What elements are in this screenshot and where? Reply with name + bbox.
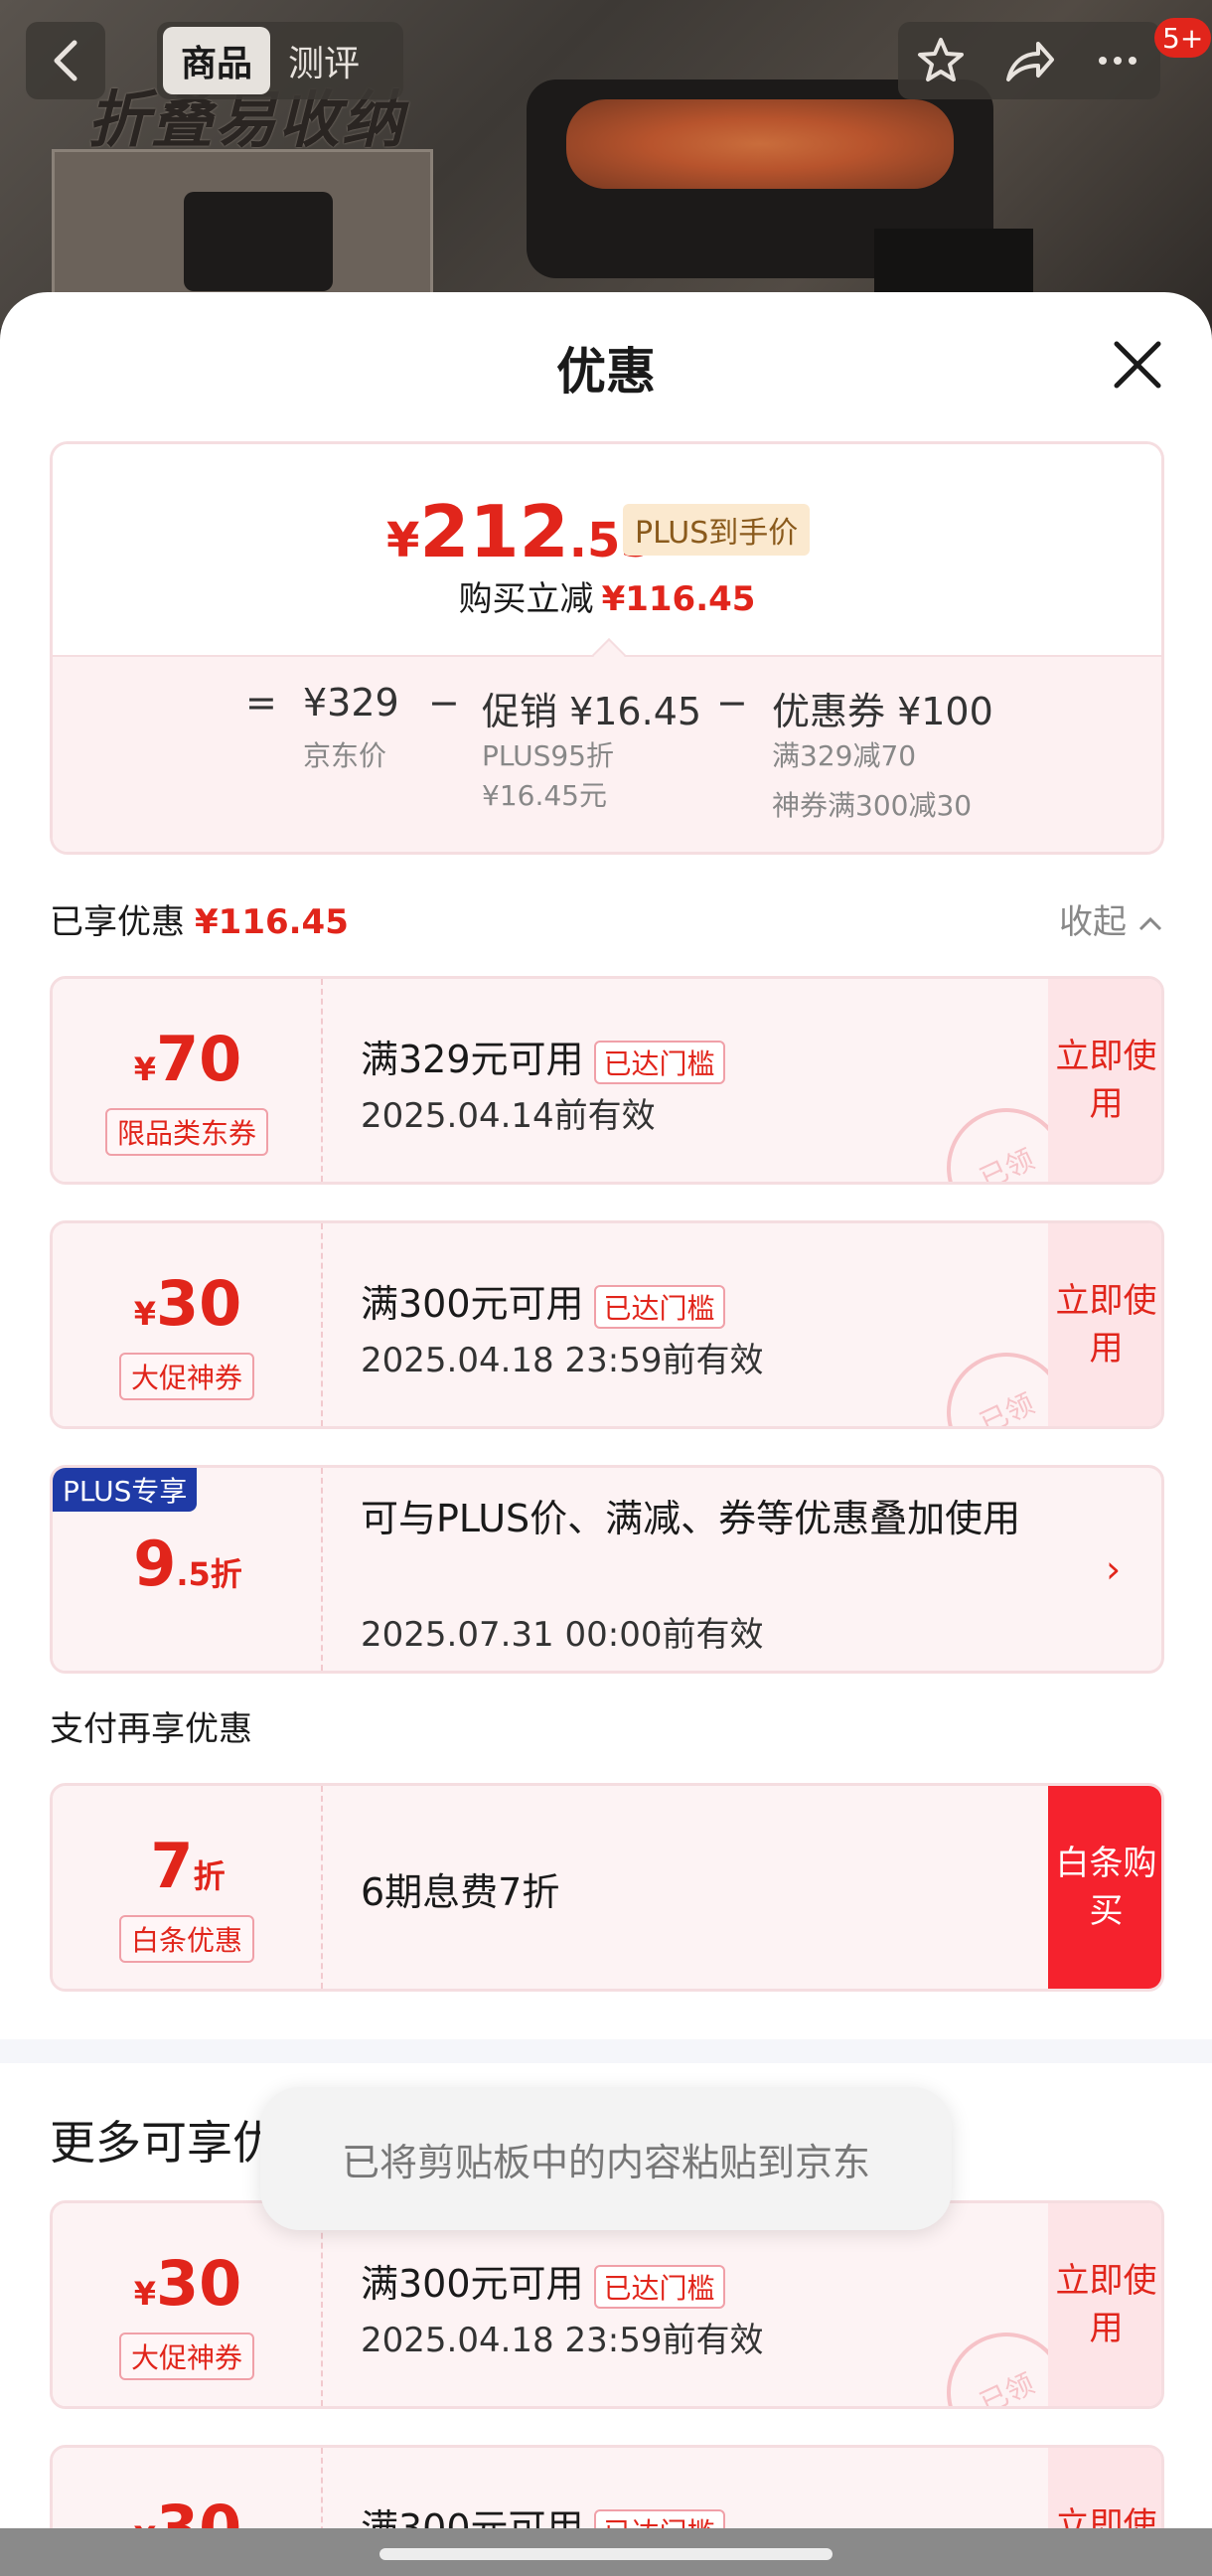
share-icon[interactable]	[1002, 36, 1056, 85]
minus-sign: −	[428, 681, 460, 724]
jd-price: ¥329	[303, 681, 399, 724]
plus-title: 可与PLUS价、满减、券等优惠叠加使用	[361, 1497, 1021, 1540]
coupon-value: ¥70	[53, 1023, 323, 1095]
star-icon[interactable]	[916, 36, 966, 85]
home-indicator-bar	[0, 2528, 1212, 2576]
plus-value: 9.5折	[53, 1528, 323, 1600]
plus-expiry: 2025.07.31 00:00前有效	[361, 1615, 764, 1655]
coupon-title: 满300元可用已达门槛	[361, 1273, 725, 1329]
plus-number: 9	[133, 1528, 177, 1600]
coupon-sub1: 满329减70	[772, 739, 917, 772]
promo-amount: 促销 ¥16.45	[482, 690, 702, 733]
coupon-card: ¥30 大促神券 满300元可用 已达门槛 2025.04.18 23:59前有效…	[50, 1220, 1164, 1429]
coupon-card: ¥30 大促神券 满300元可用 已达门槛 2025.04.18 23:59前有效…	[50, 2200, 1164, 2409]
pay-number: 7	[150, 1830, 194, 1902]
pay-unit: 折	[193, 1857, 226, 1895]
enjoyed-label: 已享优惠	[50, 902, 185, 942]
coupon-type-tag: 大促神券	[118, 1353, 255, 1400]
section-divider	[0, 2039, 1212, 2063]
coupon-expiry: 2025.04.18 23:59前有效	[361, 2321, 764, 2360]
coupon-yen: ¥	[133, 1295, 156, 1333]
threshold-badge: 已达门槛	[593, 1284, 725, 1329]
collapse-label: 收起	[1059, 902, 1127, 942]
use-now-button[interactable]: 立即使用	[1048, 1223, 1161, 1426]
baitiao-buy-button[interactable]: 白条购买	[1048, 1786, 1161, 1989]
price-summary: ¥ 212 .55 PLUS到手价 购买立减 ¥116.45 = ¥329 京东价…	[50, 441, 1164, 855]
more-icon[interactable]	[1093, 36, 1142, 85]
minus-sign-2: −	[716, 681, 748, 724]
coupon-title: 满300元可用已达门槛	[361, 2253, 725, 2309]
coupon-title-text: 满329元可用	[361, 1038, 584, 1081]
pay-value: 7折	[53, 1830, 323, 1902]
use-now-button[interactable]: 立即使用	[1048, 979, 1161, 1182]
coupon-expiry: 2025.04.14前有效	[361, 1096, 656, 1136]
coupon-value: ¥30	[53, 2247, 323, 2320]
enjoyed-amount: ¥116.45	[195, 902, 349, 942]
message-badge: 5+	[1154, 18, 1212, 58]
coupon-title: 满329元可用 已达门槛	[361, 1029, 725, 1084]
coupon-amount: 优惠券 ¥100	[772, 690, 993, 733]
threshold-badge: 已达门槛	[593, 2264, 725, 2309]
pay-title: 6期息费7折	[361, 1870, 560, 1914]
chevron-right-icon: ›	[1106, 1547, 1122, 1591]
collapse-toggle[interactable]: 收起	[1059, 894, 1163, 943]
plus-price-tag: PLUS到手价	[623, 504, 811, 556]
sheet-title: 优惠	[556, 343, 656, 401]
top-actions	[898, 22, 1160, 99]
price-breakdown: = ¥329 京东价 − 促销 ¥16.45 PLUS95折 ¥16.45元 −…	[53, 655, 1161, 852]
more-section-title: 更多可享优	[50, 2116, 278, 2170]
plus-exclusive-badge: PLUS专享	[53, 1468, 198, 1512]
plus-discount-card[interactable]: 9.5折 PLUS专享 可与PLUS价、满减、券等优惠叠加使用 2025.07.…	[50, 1465, 1164, 1674]
coupon-title-text: 满300元可用	[361, 2262, 584, 2306]
price-integer: 212	[419, 490, 569, 573]
plus-unit: 折	[210, 1555, 242, 1593]
coupon-expiry: 2025.04.18 23:59前有效	[361, 1341, 764, 1380]
back-button[interactable]	[26, 22, 105, 99]
coupon-number: 70	[155, 1023, 242, 1095]
promo-sub2: ¥16.45元	[482, 779, 607, 812]
final-price: ¥ 212 .55	[386, 490, 654, 573]
threshold-badge: 已达门槛	[593, 1040, 725, 1084]
chevron-left-icon	[54, 40, 77, 81]
reduce-line: 购买立减 ¥116.45	[53, 571, 1161, 620]
coupon-sub2: 神券满300减30	[772, 789, 973, 822]
pay-type-tag: 白条优惠	[118, 1915, 255, 1963]
plus-decimal: .5	[176, 1555, 211, 1593]
coupon-card: ¥70 限品类东券 满329元可用 已达门槛 2025.04.14前有效 已领 立…	[50, 976, 1164, 1185]
enjoyed-section-title: 已享优惠 ¥116.45	[50, 894, 349, 943]
coupon-type-tag: 限品类东券	[104, 1108, 269, 1156]
home-indicator[interactable]	[379, 2548, 833, 2560]
use-now-button[interactable]: 立即使用	[1048, 2203, 1161, 2406]
coupon-value: ¥30	[53, 1267, 323, 1340]
coupon-yen: ¥	[133, 1050, 156, 1088]
chevron-up-icon	[1138, 916, 1161, 931]
coupon-yen: ¥	[133, 2275, 156, 2313]
top-tabs: 商品 测评	[157, 22, 403, 99]
tab-product[interactable]: 商品	[163, 27, 271, 94]
discount-sheet: 优惠 ¥ 212 .55 PLUS到手价 购买立减 ¥116.45 = ¥329 …	[0, 292, 1212, 2576]
close-icon[interactable]	[1111, 338, 1164, 392]
price-yen: ¥	[386, 513, 420, 568]
reduce-label: 购买立减	[458, 579, 594, 619]
equals-sign: =	[245, 681, 277, 724]
coupon-type-tag: 大促神券	[118, 2333, 255, 2380]
jd-price-label: 京东价	[303, 739, 387, 772]
tab-review[interactable]: 测评	[270, 27, 378, 94]
payment-discount-card: 7折 白条优惠 6期息费7折 白条购买	[50, 1783, 1164, 1992]
pay-section-title: 支付再享优惠	[50, 1709, 252, 1749]
clipboard-toast: 已将剪贴板中的内容粘贴到京东	[260, 2087, 952, 2230]
promo-sub1: PLUS95折	[482, 739, 614, 772]
coupon-number: 30	[155, 2247, 242, 2320]
coupon-number: 30	[155, 1267, 242, 1340]
coupon-title-text: 满300元可用	[361, 1282, 584, 1326]
reduce-amount: ¥116.45	[601, 579, 756, 619]
